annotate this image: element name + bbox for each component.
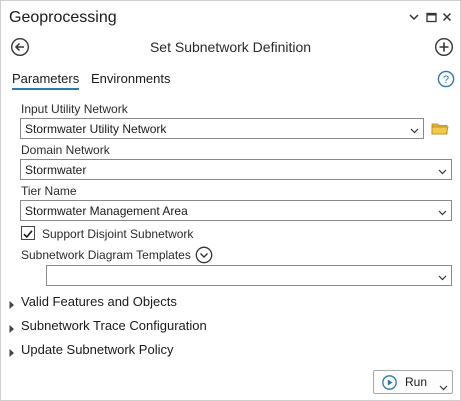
run-button[interactable]: Run [373,370,453,394]
tab-environments[interactable]: Environments [91,71,170,86]
support-disjoint-checkbox[interactable] [21,226,35,240]
tier-name-label: Tier Name [21,184,77,198]
folder-icon[interactable] [431,121,449,136]
chevron-down-icon[interactable] [406,9,422,25]
chevron-down-icon[interactable] [438,206,447,216]
input-utility-network-value: Stormwater Utility Network [25,122,167,136]
chevron-right-icon [8,345,16,357]
group-label: Subnetwork Trace Configuration [21,318,207,333]
chevron-right-icon [8,321,16,333]
support-disjoint-label[interactable]: Support Disjoint Subnetwork [42,227,193,241]
tier-name-field[interactable]: Stormwater Management Area [20,200,452,221]
chevron-down-icon[interactable] [438,165,447,175]
group-trace-configuration[interactable]: Subnetwork Trace Configuration [1,316,460,336]
input-utility-network-label: Input Utility Network [21,102,128,116]
expand-chevron-icon[interactable] [195,246,213,264]
add-icon[interactable] [434,37,454,57]
diagram-templates-label: Subnetwork Diagram Templates [21,248,191,262]
group-label: Valid Features and Objects [21,294,177,309]
pane-title: Geoprocessing [9,9,117,26]
tool-header: Set Subnetwork Definition [1,35,460,61]
tier-name-value: Stormwater Management Area [25,204,188,218]
group-label: Update Subnetwork Policy [21,342,174,357]
tab-strip: Parameters Environments ? [1,69,460,93]
close-icon[interactable] [439,9,455,25]
domain-network-field[interactable]: Stormwater [20,159,452,180]
group-update-policy[interactable]: Update Subnetwork Policy [1,340,460,360]
maximize-icon[interactable] [423,9,439,25]
group-valid-features[interactable]: Valid Features and Objects [1,292,460,312]
chevron-down-icon[interactable] [439,379,448,391]
svg-text:?: ? [443,74,449,86]
diagram-templates-field[interactable] [46,265,452,286]
chevron-down-icon[interactable] [410,124,419,134]
play-icon [382,375,397,390]
tab-parameters[interactable]: Parameters [12,71,80,90]
chevron-down-icon[interactable] [438,271,447,281]
input-utility-network-field[interactable]: Stormwater Utility Network [20,118,424,139]
domain-network-value: Stormwater [25,163,87,177]
title-bar: Geoprocessing [1,1,460,35]
run-button-label: Run [405,375,428,389]
tool-title: Set Subnetwork Definition [149,39,312,55]
chevron-right-icon [8,297,16,309]
domain-network-label: Domain Network [21,143,110,157]
help-icon[interactable]: ? [437,70,455,88]
geoprocessing-pane: Geoprocessing Set Subnetwork Definition … [0,0,461,401]
